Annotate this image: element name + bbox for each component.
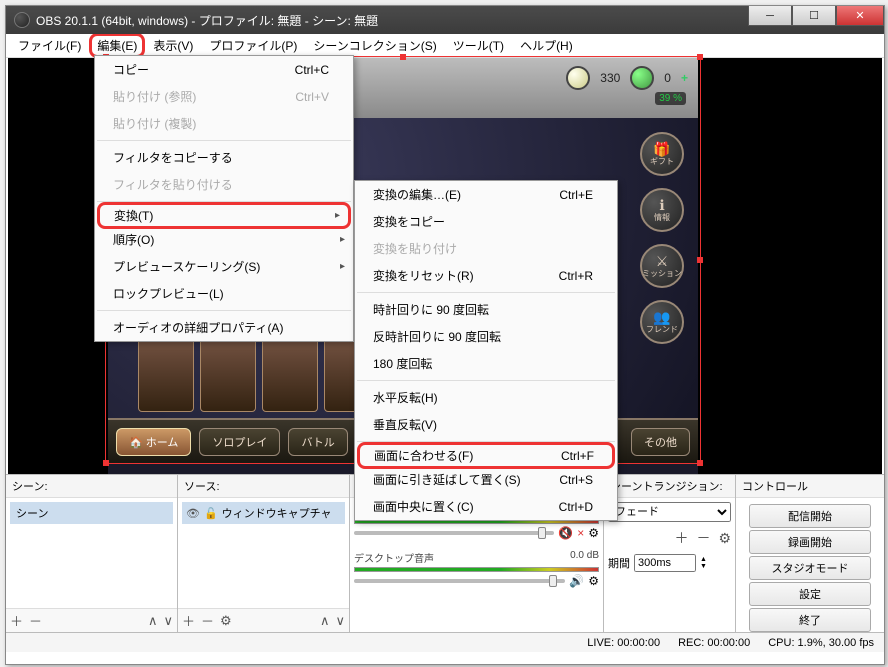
duration-label: 期間 xyxy=(608,555,630,571)
controls-body: 配信開始 録画開始 スタジオモード 設定 終了 xyxy=(736,498,884,632)
desktop-settings-icon[interactable]: ⚙ xyxy=(588,574,599,588)
source-up-button[interactable]: ∧ xyxy=(320,613,330,629)
duration-input[interactable] xyxy=(634,554,696,572)
source-down-button[interactable]: ∨ xyxy=(335,613,345,629)
start-stream-button[interactable]: 配信開始 xyxy=(749,504,871,528)
edit-transform[interactable]: 変換(T) xyxy=(97,202,351,229)
maximize-button[interactable]: ☐ xyxy=(792,6,836,26)
window-title: OBS 20.1.1 (64bit, windows) - プロファイル: 無題… xyxy=(36,12,378,29)
menu-profile[interactable]: プロファイル(P) xyxy=(201,34,305,57)
panel-title-controls: コントロール xyxy=(736,475,884,498)
mic-settings-icon[interactable]: ⚙ xyxy=(588,526,599,540)
scene-item[interactable]: シーン xyxy=(10,502,173,524)
sources-tools: ＋ － ⚙ ∧ ∨ xyxy=(178,608,349,632)
transform-fit-screen[interactable]: 画面に合わせる(F)Ctrl+F xyxy=(357,442,615,469)
edit-paste-dup: 貼り付け (複製) xyxy=(95,110,353,137)
lock-icon[interactable]: 🔓 xyxy=(204,507,218,520)
transform-stretch-screen[interactable]: 画面に引き延ばして置く(S)Ctrl+S xyxy=(355,466,617,493)
menu-tools[interactable]: ツール(T) xyxy=(445,34,512,57)
edit-adv-audio[interactable]: オーディオの詳細プロパティ(A) xyxy=(95,314,353,341)
scene-down-button[interactable]: ∨ xyxy=(163,613,173,629)
close-button[interactable]: ✕ xyxy=(836,6,884,26)
scenes-list[interactable]: シーン xyxy=(6,498,177,608)
mixer-channel-desktop: デスクトップ音声 0.0 dB 🔊 ⚙ xyxy=(354,550,599,588)
edit-copy-filters[interactable]: フィルタをコピーする xyxy=(95,144,353,171)
transform-rot-cw[interactable]: 時計回りに 90 度回転 xyxy=(355,296,617,323)
mic-x-icon: × xyxy=(577,526,584,540)
edit-paste-filters: フィルタを貼り付ける xyxy=(95,171,353,198)
desktop-speaker-icon[interactable]: 🔊 xyxy=(569,574,584,588)
mic-mute-icon[interactable]: 🔇 xyxy=(558,526,573,540)
transition-add-button[interactable]: ＋ xyxy=(674,528,688,548)
scene-remove-button[interactable]: － xyxy=(29,611,42,630)
source-item[interactable]: 👁 🔓 ウィンドウキャプチャ xyxy=(182,502,345,524)
app-icon xyxy=(14,12,30,28)
panel-title-sources: ソース: xyxy=(178,475,349,498)
panel-title-scenes: シーン: xyxy=(6,475,177,498)
sources-list[interactable]: 👁 🔓 ウィンドウキャプチャ xyxy=(178,498,349,608)
edit-paste-ref: 貼り付け (参照)Ctrl+V xyxy=(95,83,353,110)
panel-controls: コントロール 配信開始 録画開始 スタジオモード 設定 終了 xyxy=(736,475,884,632)
panel-sources: ソース: 👁 🔓 ウィンドウキャプチャ ＋ － ⚙ ∧ ∨ xyxy=(178,475,350,632)
panel-scenes: シーン: シーン ＋ － ∧ ∨ xyxy=(6,475,178,632)
transition-select[interactable]: フェード xyxy=(608,502,731,522)
transform-rot-ccw[interactable]: 反時計回りに 90 度回転 xyxy=(355,323,617,350)
start-record-button[interactable]: 録画開始 xyxy=(749,530,871,554)
minimize-button[interactable]: ─ xyxy=(748,6,792,26)
transform-edit[interactable]: 変換の編集…(E)Ctrl+E xyxy=(355,181,617,208)
studio-mode-button[interactable]: スタジオモード xyxy=(749,556,871,580)
transform-copy[interactable]: 変換をコピー xyxy=(355,208,617,235)
scenes-tools: ＋ － ∧ ∨ xyxy=(6,608,177,632)
desktop-label: デスクトップ音声 xyxy=(354,550,434,565)
status-cpu: CPU: 1.9%, 30.00 fps xyxy=(768,637,874,649)
edit-lock-preview[interactable]: ロックプレビュー(L) xyxy=(95,280,353,307)
titlebar[interactable]: OBS 20.1.1 (64bit, windows) - プロファイル: 無題… xyxy=(6,6,884,34)
transform-flip-v[interactable]: 垂直反転(V) xyxy=(355,411,617,438)
menu-file[interactable]: ファイル(F) xyxy=(10,34,89,57)
desktop-meter xyxy=(354,567,599,572)
transitions-body: フェード ＋ － ⚙ 期間 ▲▼ xyxy=(604,498,735,632)
source-remove-button[interactable]: － xyxy=(201,611,214,630)
desktop-db: 0.0 dB xyxy=(570,550,599,565)
statusbar: LIVE: 00:00:00 REC: 00:00:00 CPU: 1.9%, … xyxy=(6,632,884,652)
transform-center-screen[interactable]: 画面中央に置く(C)Ctrl+D xyxy=(355,493,617,520)
edit-order[interactable]: 順序(O) xyxy=(95,226,353,253)
exit-button[interactable]: 終了 xyxy=(749,608,871,632)
transform-rot-180[interactable]: 180 度回転 xyxy=(355,350,617,377)
desktop-volume-slider[interactable] xyxy=(354,579,565,583)
panel-transitions: シーントランジション: フェード ＋ － ⚙ 期間 ▲▼ xyxy=(604,475,736,632)
scene-add-button[interactable]: ＋ xyxy=(10,611,23,630)
mic-volume-slider[interactable] xyxy=(354,531,554,535)
edit-preview-scaling[interactable]: プレビュースケーリング(S) xyxy=(95,253,353,280)
panel-title-transitions: シーントランジション: xyxy=(604,475,735,498)
edit-menu-dropdown: コピーCtrl+C 貼り付け (参照)Ctrl+V 貼り付け (複製) フィルタ… xyxy=(94,55,354,342)
transform-flip-h[interactable]: 水平反転(H) xyxy=(355,384,617,411)
duration-spinner[interactable]: ▲▼ xyxy=(700,556,707,570)
transform-paste: 変換を貼り付け xyxy=(355,235,617,262)
menu-help[interactable]: ヘルプ(H) xyxy=(512,34,581,57)
status-rec: REC: 00:00:00 xyxy=(678,637,750,649)
transition-settings-button[interactable]: ⚙ xyxy=(718,530,731,547)
source-name: ウィンドウキャプチャ xyxy=(222,505,332,521)
transform-reset[interactable]: 変換をリセット(R)Ctrl+R xyxy=(355,262,617,289)
source-settings-button[interactable]: ⚙ xyxy=(220,613,232,629)
source-add-button[interactable]: ＋ xyxy=(182,611,195,630)
scene-up-button[interactable]: ∧ xyxy=(148,613,158,629)
status-live: LIVE: 00:00:00 xyxy=(587,637,660,649)
eye-icon[interactable]: 👁 xyxy=(186,507,200,520)
transition-remove-button[interactable]: － xyxy=(696,528,710,548)
menu-view[interactable]: 表示(V) xyxy=(145,34,201,57)
menu-scene-collection[interactable]: シーンコレクション(S) xyxy=(305,34,444,57)
transform-submenu: 変換の編集…(E)Ctrl+E 変換をコピー 変換を貼り付け 変換をリセット(R… xyxy=(354,180,618,521)
edit-copy[interactable]: コピーCtrl+C xyxy=(95,56,353,83)
settings-button[interactable]: 設定 xyxy=(749,582,871,606)
